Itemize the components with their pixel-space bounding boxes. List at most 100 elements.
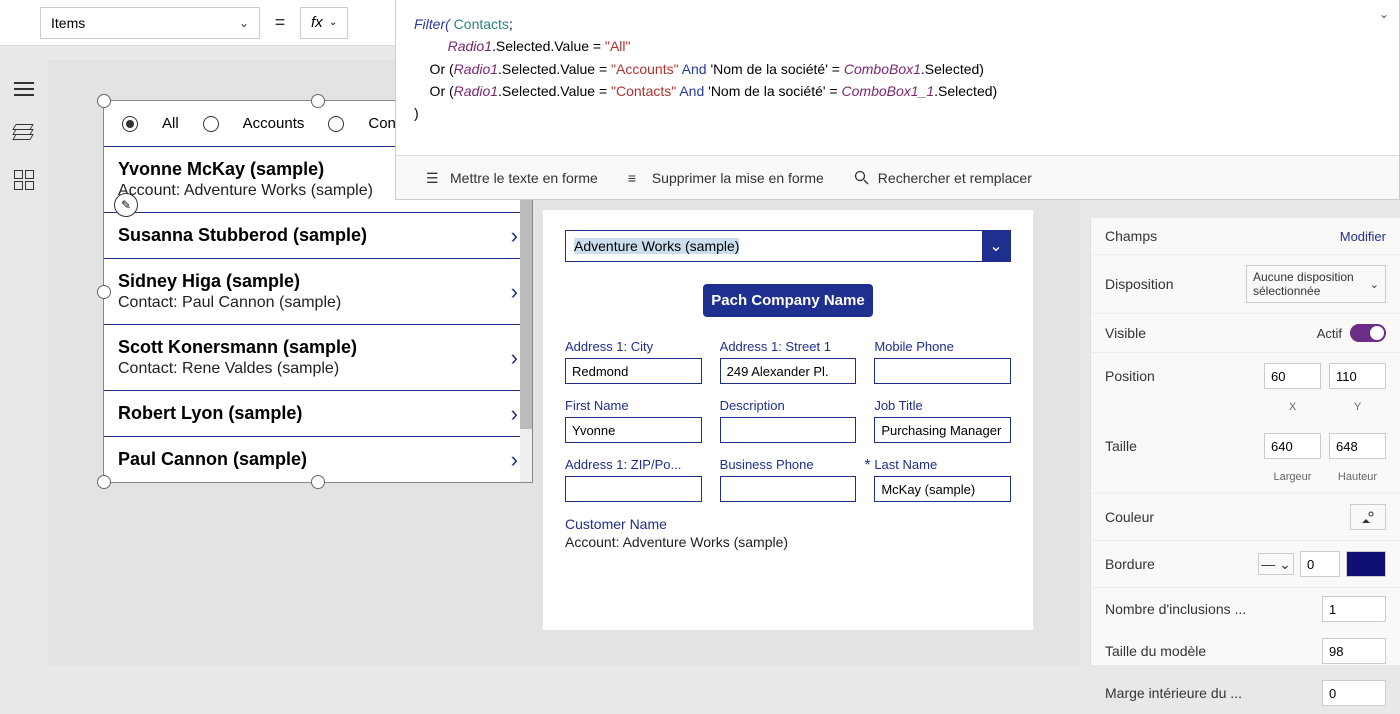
- chevron-right-icon: ›: [511, 223, 518, 249]
- row-taille-sub: LargeurHauteur: [1091, 469, 1400, 494]
- insert-icon[interactable]: [14, 170, 34, 188]
- inclusions-input[interactable]: [1322, 596, 1386, 622]
- disposition-label: Disposition: [1105, 276, 1173, 292]
- border-style-select[interactable]: — ⌄: [1258, 553, 1294, 575]
- edit-template-icon[interactable]: ✎: [114, 193, 138, 217]
- template-size-input[interactable]: [1322, 638, 1386, 664]
- list-item-subtitle: Contact: Rene Valdes (sample): [118, 360, 518, 378]
- property-selector-value: Items: [51, 15, 85, 31]
- list-item-title: Paul Cannon (sample): [118, 449, 307, 469]
- padding-input[interactable]: [1322, 680, 1386, 706]
- position-y-input[interactable]: [1329, 363, 1386, 389]
- layout-select[interactable]: Aucune disposition sélectionnée ⌄: [1246, 265, 1386, 303]
- radio-all[interactable]: [122, 116, 138, 132]
- field-lastname: *Last Name: [874, 457, 1011, 502]
- company-combobox[interactable]: Adventure Works (sample) ⌄: [565, 230, 1011, 262]
- field-businessphone: Business Phone: [720, 457, 857, 502]
- remove-format-label: Supprimer la mise en forme: [652, 170, 824, 186]
- row-visible: Visible Actif: [1091, 314, 1400, 353]
- mobile-input[interactable]: [874, 358, 1011, 384]
- chevron-down-icon: ⌄: [329, 17, 337, 28]
- list-item[interactable]: Sidney Higa (sample)Contact: Paul Cannon…: [104, 258, 532, 324]
- scroll-thumb[interactable]: [520, 187, 532, 429]
- border-color-swatch[interactable]: [1346, 551, 1386, 577]
- radio-accounts[interactable]: [203, 116, 219, 132]
- couleur-label: Couleur: [1105, 509, 1154, 525]
- chevron-down-icon: ⌄: [1370, 278, 1379, 291]
- radio-accounts-label: Accounts: [243, 115, 305, 132]
- list-item[interactable]: Robert Lyon (sample) ›: [104, 390, 532, 436]
- collapse-icon[interactable]: ⌄: [1379, 6, 1389, 23]
- property-selector[interactable]: Items ⌄: [40, 7, 260, 39]
- bordure-label: Bordure: [1105, 556, 1155, 572]
- list-item[interactable]: Paul Cannon (sample)›: [104, 436, 532, 482]
- chevron-down-icon[interactable]: ⌄: [982, 230, 1010, 262]
- list-item-title: Susanna Stubberod (sample): [118, 225, 367, 245]
- list-item[interactable]: Susanna Stubberod (sample) ›: [104, 212, 532, 258]
- chevron-right-icon: ›: [511, 345, 518, 371]
- hamburger-icon[interactable]: [14, 82, 34, 96]
- visible-label: Visible: [1105, 325, 1146, 341]
- row-inclusions: Nombre d'inclusions ...: [1091, 588, 1400, 630]
- field-street: Address 1: Street 1: [720, 339, 857, 384]
- patch-company-button[interactable]: Pach Company Name: [703, 284, 873, 317]
- formula-toolbar: ☰ Mettre le texte en forme ≡ Supprimer l…: [396, 155, 1399, 199]
- taille-label: Taille: [1105, 438, 1137, 454]
- remove-format-button[interactable]: ≡ Supprimer la mise en forme: [628, 170, 824, 186]
- position-x-input[interactable]: [1264, 363, 1321, 389]
- field-jobtitle: Job Title: [874, 398, 1011, 443]
- customer-name-value: Account: Adventure Works (sample): [565, 534, 1011, 550]
- businessphone-input[interactable]: [720, 476, 857, 502]
- width-input[interactable]: [1264, 433, 1321, 459]
- border-width-input[interactable]: [1300, 551, 1340, 577]
- resize-handle[interactable]: [97, 94, 111, 108]
- field-mobile: Mobile Phone: [874, 339, 1011, 384]
- resize-handle[interactable]: [311, 94, 325, 108]
- actif-label: Actif: [1317, 326, 1342, 341]
- list-item[interactable]: Scott Konersmann (sample)Contact: Rene V…: [104, 324, 532, 390]
- zip-input[interactable]: [565, 476, 702, 502]
- customer-name-block: Customer Name Account: Adventure Works (…: [565, 516, 1011, 550]
- fx-button[interactable]: fx ⌄: [300, 7, 348, 39]
- button-label: Pach Company Name: [711, 292, 864, 309]
- visible-toggle[interactable]: [1350, 324, 1386, 342]
- lastname-input[interactable]: [874, 476, 1011, 502]
- position-label: Position: [1105, 368, 1155, 384]
- city-input[interactable]: [565, 358, 702, 384]
- find-replace-button[interactable]: Rechercher et remplacer: [854, 170, 1032, 186]
- modifier-link[interactable]: Modifier: [1340, 229, 1386, 244]
- radio-contacts[interactable]: [328, 116, 344, 132]
- row-template-size: Taille du modèle: [1091, 630, 1400, 672]
- row-taille: Taille: [1091, 423, 1400, 469]
- customer-name-label: Customer Name: [565, 516, 1011, 532]
- jobtitle-input[interactable]: [874, 417, 1011, 443]
- field-firstname: First Name: [565, 398, 702, 443]
- field-description: Description: [720, 398, 857, 443]
- form-card: Adventure Works (sample) ⌄ Pach Company …: [543, 210, 1033, 630]
- formula-editor[interactable]: ⌄Filter( Contacts; Radio1.Selected.Value…: [395, 0, 1400, 200]
- street-input[interactable]: [720, 358, 857, 384]
- tree-view-icon[interactable]: [14, 124, 34, 142]
- format-text-button[interactable]: ☰ Mettre le texte en forme: [426, 170, 598, 186]
- row-champs: Champs Modifier: [1091, 218, 1400, 255]
- search-icon: [854, 170, 870, 186]
- required-star: *: [864, 457, 870, 475]
- firstname-input[interactable]: [565, 417, 702, 443]
- fx-label: fx: [311, 14, 323, 31]
- row-disposition: Disposition Aucune disposition sélection…: [1091, 255, 1400, 314]
- color-picker-button[interactable]: [1350, 504, 1386, 530]
- scrollbar[interactable]: [520, 187, 532, 482]
- find-label: Rechercher et remplacer: [878, 170, 1032, 186]
- formula-code[interactable]: ⌄Filter( Contacts; Radio1.Selected.Value…: [396, 0, 1399, 155]
- form-grid: Address 1: City Address 1: Street 1 Mobi…: [565, 339, 1011, 502]
- combobox-value: Adventure Works (sample): [566, 238, 982, 254]
- chevron-right-icon: ›: [511, 401, 518, 427]
- list-item-title: Robert Lyon (sample): [118, 403, 302, 423]
- list-item-subtitle: Contact: Paul Cannon (sample): [118, 294, 518, 312]
- row-bordure: Bordure — ⌄: [1091, 541, 1400, 588]
- description-input[interactable]: [720, 417, 857, 443]
- row-position-sub: XY: [1091, 399, 1400, 423]
- champs-label: Champs: [1105, 228, 1157, 244]
- equals-sign: =: [260, 12, 300, 33]
- height-input[interactable]: [1329, 433, 1386, 459]
